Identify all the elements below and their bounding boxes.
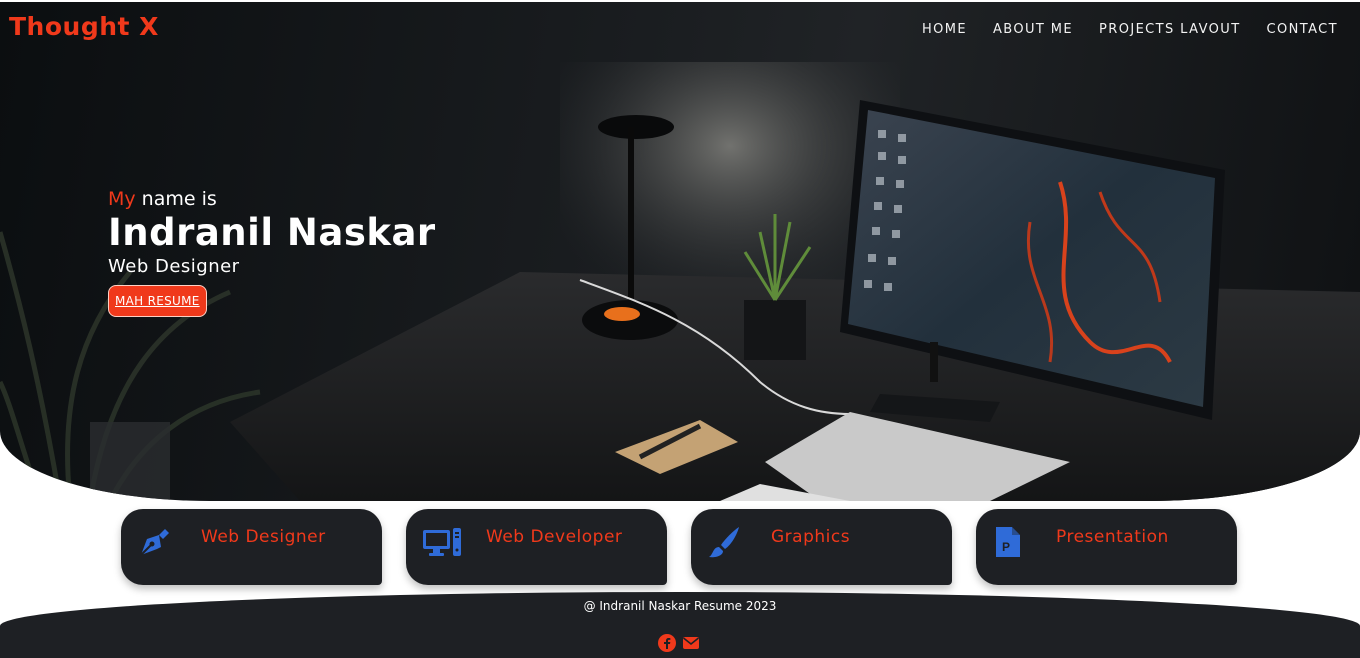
service-card-presentation[interactable]: P Presentation xyxy=(976,509,1237,585)
service-card-graphics[interactable]: Graphics xyxy=(691,509,952,585)
nav-projects-layout[interactable]: PROJECTS LAVOUT xyxy=(1099,22,1241,37)
social-links xyxy=(658,634,700,652)
envelope-icon[interactable] xyxy=(682,634,700,652)
desktop-computer-icon xyxy=(422,525,461,559)
hero-banner: Thought X HOME ABOUT ME PROJECTS LAVOUT … xyxy=(0,2,1360,501)
service-label: Graphics xyxy=(771,527,851,547)
resume-button[interactable]: MAH RESUME xyxy=(108,285,207,317)
powerpoint-file-icon: P xyxy=(992,525,1026,559)
nav-contact[interactable]: CONTACT xyxy=(1267,22,1338,37)
service-label: Web Developer xyxy=(486,527,623,547)
main-nav: HOME ABOUT ME PROJECTS LAVOUT CONTACT xyxy=(922,22,1338,37)
nav-about-me[interactable]: ABOUT ME xyxy=(993,22,1073,37)
svg-text:P: P xyxy=(1002,540,1010,554)
nav-home[interactable]: HOME xyxy=(922,22,967,37)
services-row: Web Designer Web Developer Graphics P Pr… xyxy=(121,509,1237,585)
paint-brush-icon xyxy=(707,525,741,559)
intro-rest: name is xyxy=(135,188,217,210)
pen-nib-icon xyxy=(137,525,171,559)
service-card-web-developer[interactable]: Web Developer xyxy=(406,509,667,585)
intro-line: My name is xyxy=(108,188,436,210)
hero-intro: My name is Indranil Naskar Web Designer … xyxy=(108,188,436,317)
footer: @ Indranil Naskar Resume 2023 xyxy=(0,592,1360,658)
copyright-text: @ Indranil Naskar Resume 2023 xyxy=(583,599,777,613)
brand-logo[interactable]: Thought X xyxy=(9,12,159,41)
hero-role: Web Designer xyxy=(108,256,240,277)
facebook-icon[interactable] xyxy=(658,634,676,652)
service-label: Web Designer xyxy=(201,527,326,547)
service-card-web-designer[interactable]: Web Designer xyxy=(121,509,382,585)
service-label: Presentation xyxy=(1056,527,1169,547)
hero-name: Indranil Naskar xyxy=(108,211,436,254)
intro-accent: My xyxy=(108,188,136,210)
